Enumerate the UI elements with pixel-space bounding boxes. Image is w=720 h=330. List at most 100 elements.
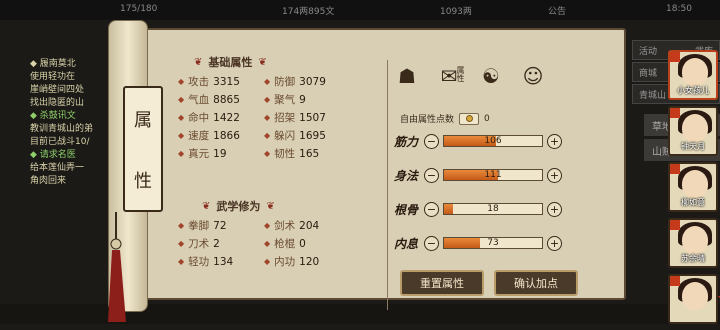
scroll-icon[interactable]: ✉ bbox=[434, 60, 466, 92]
right-menu-item[interactable]: 商城 bbox=[639, 66, 657, 79]
stat-label: 拳脚 bbox=[188, 220, 210, 232]
stat-label: 真元 bbox=[188, 148, 210, 160]
attribute-row: 身法 − 111 + bbox=[394, 164, 562, 186]
minus-button[interactable]: − bbox=[424, 235, 439, 251]
stat-item: ◆ 速度 1866 bbox=[178, 128, 264, 143]
attribute-row: 根骨 − 18 + bbox=[394, 198, 562, 220]
right-menu-item[interactable]: 青城山 bbox=[639, 88, 666, 101]
status-badge bbox=[670, 52, 680, 62]
stat-value: 0 bbox=[299, 237, 306, 250]
party-member-name: 小女孩儿 bbox=[677, 86, 709, 95]
stat-label: 轻功 bbox=[188, 256, 210, 268]
panel-tabs: ☗ ✉ ☯ ☺ bbox=[392, 60, 548, 92]
reset-attributes-button[interactable]: 重置属性 bbox=[400, 270, 484, 296]
free-points-label: 自由属性点数 bbox=[400, 115, 455, 125]
stat-label: 韧性 bbox=[274, 148, 296, 160]
stat-item: ◆ 韧性 165 bbox=[264, 146, 350, 161]
party-member[interactable]: 苏余晴 bbox=[668, 218, 718, 268]
party-member-name: 钟天月 bbox=[681, 142, 705, 151]
stat-item: ◆ 防御 3079 bbox=[264, 74, 350, 89]
stat-value: 1507 bbox=[299, 111, 326, 124]
portrait-face bbox=[682, 58, 708, 86]
diamond-icon: ◆ bbox=[178, 95, 185, 104]
stat-value: 204 bbox=[299, 219, 320, 232]
tassel-icon bbox=[108, 212, 126, 322]
meridian-figure-icon[interactable]: ☺ bbox=[518, 60, 548, 92]
stat-value: 134 bbox=[213, 255, 234, 268]
quest-line: 找出隐匿的山 bbox=[30, 98, 85, 108]
basic-stats-grid: ◆ 攻击 3315 ◆ 防御 3079 ◆ 气血 8865 ◆ 聚气 9 ◆ 命中 1422 ◆ 招架 1507 ◆… bbox=[178, 74, 350, 161]
stat-item: ◆ 拳脚 72 bbox=[178, 218, 264, 233]
attribute-name: 筋力 bbox=[394, 134, 419, 149]
stat-item: ◆ 招架 1507 bbox=[264, 110, 350, 125]
stat-label: 内功 bbox=[274, 256, 296, 268]
stat-value: 1866 bbox=[213, 129, 240, 142]
attribute-scroll-panel: ❦ 基础属性 ❦ ◆ 攻击 3315 ◆ 防御 3079 ◆ 气血 8865 ◆ 聚气 9 ◆ 命中 1422 ◆… bbox=[106, 14, 720, 324]
party-member[interactable]: 柳如意 bbox=[668, 162, 718, 212]
quest-line: 目前已战斗10/ bbox=[30, 137, 90, 147]
quest-log[interactable]: ◆ 履南莫北 使用轻功在 崖峭壁间四处 找出隐匿的山 ◆ 杀鼓讯文 教训青城山的弟 目前已战… bbox=[30, 58, 115, 188]
status-badge bbox=[670, 164, 680, 174]
party-member[interactable]: 小女孩儿 bbox=[668, 50, 718, 100]
free-points: 自由属性点数 0 bbox=[400, 112, 490, 125]
diamond-icon: ◆ bbox=[178, 77, 185, 86]
minus-button[interactable]: − bbox=[424, 201, 439, 217]
confirm-points-button[interactable]: 确认加点 bbox=[494, 270, 578, 296]
attribute-value: 111 bbox=[484, 170, 502, 180]
panel-title: 属 性 bbox=[123, 86, 163, 212]
quest-line: 崖峭壁间四处 bbox=[30, 85, 85, 95]
stat-value: 120 bbox=[299, 255, 320, 268]
stat-value: 72 bbox=[213, 219, 227, 232]
party-list: 小女孩儿钟天月柳如意苏余晴 bbox=[668, 50, 720, 330]
attribute-bar: 106 bbox=[443, 135, 543, 147]
attribute-bar: 18 bbox=[443, 203, 543, 215]
party-member-name: 柳如意 bbox=[681, 198, 705, 207]
status-badge bbox=[670, 108, 680, 118]
stat-item: ◆ 内功 120 bbox=[264, 254, 350, 269]
yinyang-icon[interactable]: ☯ bbox=[476, 60, 506, 92]
minus-button[interactable]: − bbox=[424, 133, 439, 149]
diamond-icon: ◆ bbox=[178, 149, 185, 158]
quest-line: 教训青城山的弟 bbox=[30, 124, 94, 134]
coin-icon bbox=[459, 112, 480, 125]
diamond-icon: ◆ bbox=[178, 131, 185, 140]
stat-item: ◆ 轻功 134 bbox=[178, 254, 264, 269]
stat-label: 攻击 bbox=[188, 76, 210, 88]
plus-button[interactable]: + bbox=[547, 201, 562, 217]
diamond-icon: ◆ bbox=[264, 131, 271, 140]
attribute-name: 根骨 bbox=[394, 202, 419, 217]
status-badge bbox=[670, 220, 680, 230]
stat-value: 3079 bbox=[299, 75, 326, 88]
stat-value: 8865 bbox=[213, 93, 240, 106]
attribute-bar: 73 bbox=[443, 237, 543, 249]
plus-button[interactable]: + bbox=[547, 235, 562, 251]
quest-line: 给本莲仙弄一 bbox=[30, 163, 85, 173]
party-member[interactable] bbox=[668, 274, 718, 324]
diamond-icon: ◆ bbox=[264, 257, 271, 266]
panel-title-char-1: 属 bbox=[134, 109, 152, 131]
stat-label: 防御 bbox=[274, 76, 296, 88]
quest-line: 角肉回来 bbox=[30, 176, 67, 186]
right-menu-item[interactable]: 活动 bbox=[639, 44, 657, 57]
party-member[interactable]: 钟天月 bbox=[668, 106, 718, 156]
person-hat-icon[interactable]: ☗ bbox=[392, 60, 422, 92]
plus-button[interactable]: + bbox=[547, 133, 562, 149]
minus-button[interactable]: − bbox=[424, 167, 439, 183]
diamond-icon: ◆ bbox=[178, 113, 185, 122]
stat-value: 2 bbox=[213, 237, 220, 250]
martial-stats-grid: ◆ 拳脚 72 ◆ 剑术 204 ◆ 刀术 2 ◆ 枪棍 0 ◆ 轻功 134 ◆ 内功 120 bbox=[178, 218, 350, 269]
stat-label: 气血 bbox=[188, 94, 210, 106]
stat-label: 枪棍 bbox=[274, 238, 296, 250]
diamond-icon: ◆ bbox=[264, 221, 271, 230]
portrait-face bbox=[682, 114, 708, 142]
stat-value: 19 bbox=[213, 147, 227, 160]
stat-item: ◆ 攻击 3315 bbox=[178, 74, 264, 89]
stat-item: ◆ 聚气 9 bbox=[264, 92, 350, 107]
martial-stats-title: ❦ 武学修为 ❦ bbox=[202, 200, 275, 213]
diamond-icon: ◆ bbox=[264, 239, 271, 248]
portrait-face bbox=[682, 282, 708, 310]
stat-value: 165 bbox=[299, 147, 320, 160]
attribute-name: 内息 bbox=[394, 236, 419, 251]
quest-line: ◆ 请求名医 bbox=[30, 150, 76, 160]
plus-button[interactable]: + bbox=[547, 167, 562, 183]
